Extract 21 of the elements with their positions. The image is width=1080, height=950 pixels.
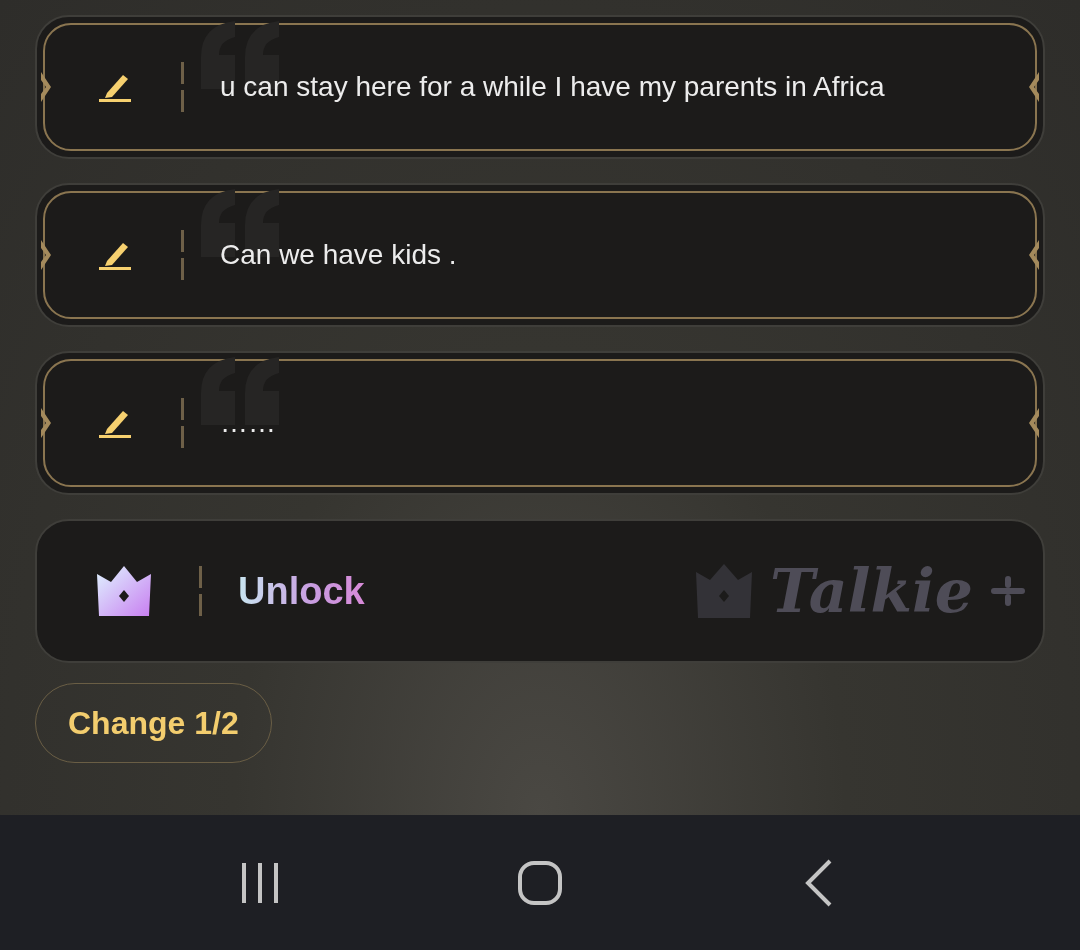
reply-text: ……: [220, 406, 276, 440]
reply-text: u can stay here for a while I have my parents in Africa: [220, 70, 885, 104]
reply-card[interactable]: ……: [35, 351, 1045, 495]
reply-text: Can we have kids .: [220, 238, 457, 272]
divider: [181, 398, 184, 448]
ornament-icon: [1027, 72, 1041, 102]
divider: [181, 230, 184, 280]
ornament-icon: [39, 240, 53, 270]
ornament-icon: [39, 408, 53, 438]
reply-card[interactable]: Can we have kids .: [35, 183, 1045, 327]
divider: [199, 566, 202, 616]
plus-icon: [991, 574, 1025, 608]
ornament-icon: [39, 72, 53, 102]
ornament-icon: [1027, 408, 1041, 438]
crown-icon: [97, 566, 151, 616]
ornament-icon: [1027, 240, 1041, 270]
reply-card[interactable]: u can stay here for a while I have my parents in Africa: [35, 15, 1045, 159]
crown-icon: [695, 564, 752, 618]
unlock-card[interactable]: Unlock Talkie: [35, 519, 1045, 663]
divider: [181, 62, 184, 112]
brand-logo: Talkie: [769, 556, 973, 626]
